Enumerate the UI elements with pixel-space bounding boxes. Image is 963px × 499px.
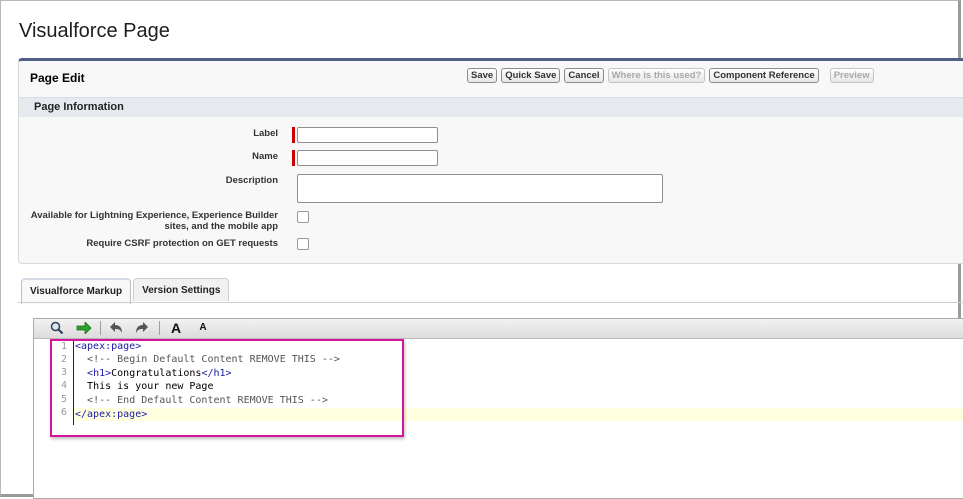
label-field-label: Label <box>253 128 278 139</box>
page-edit-buttons: Save Quick Save Cancel Where is this use… <box>467 68 874 83</box>
editor-toolbar: A A <box>34 319 963 339</box>
label-input[interactable] <box>297 127 438 143</box>
name-field-label: Name <box>252 151 278 162</box>
description-textarea[interactable] <box>297 174 663 203</box>
page-edit-block: Page Edit Save Quick Save Cancel Where i… <box>18 58 963 264</box>
undo-icon[interactable] <box>107 320 125 336</box>
required-indicator <box>292 127 295 143</box>
lightning-label-line2: sites, and the mobile app <box>164 221 279 232</box>
search-icon[interactable] <box>48 320 66 336</box>
component-reference-button[interactable]: Component Reference <box>709 68 819 83</box>
toolbar-separator <box>100 321 101 335</box>
redo-icon[interactable] <box>133 320 151 336</box>
page-information-header: Page Information <box>19 97 963 117</box>
required-indicator <box>292 150 295 166</box>
increase-font-icon[interactable]: A <box>167 320 185 336</box>
tab-visualforce-markup[interactable]: Visualforce Markup <box>21 278 132 304</box>
annotation-highlight-box <box>50 339 404 437</box>
go-to-line-arrow-icon[interactable] <box>75 320 93 336</box>
name-input[interactable] <box>297 150 438 166</box>
editor-tabs: Visualforce Markup Version Settings <box>21 278 230 304</box>
description-field-label: Description <box>225 175 278 186</box>
decrease-font-icon[interactable]: A <box>194 320 212 336</box>
page-information-title: Page Information <box>34 101 124 113</box>
toolbar-separator <box>159 321 160 335</box>
csrf-protection-checkbox[interactable] <box>297 238 309 250</box>
page-title: Visualforce Page <box>19 20 170 42</box>
preview-button[interactable]: Preview <box>829 68 874 83</box>
lightning-availability-checkbox[interactable] <box>297 211 309 223</box>
save-button[interactable]: Save <box>467 68 498 83</box>
quick-save-button[interactable]: Quick Save <box>501 68 561 83</box>
tab-version-settings[interactable]: Version Settings <box>133 278 230 301</box>
lightning-availability-label: Available for Lightning Experience, Expe… <box>31 210 278 232</box>
csrf-protection-label: Require CSRF protection on GET requests <box>86 238 278 249</box>
page-edit-title: Page Edit <box>30 71 85 85</box>
cancel-button[interactable]: Cancel <box>564 68 604 83</box>
tab-divider <box>18 302 963 303</box>
where-is-this-used-button[interactable]: Where is this used? <box>607 68 706 83</box>
lightning-label-line1: Available for Lightning Experience, Expe… <box>30 210 278 221</box>
